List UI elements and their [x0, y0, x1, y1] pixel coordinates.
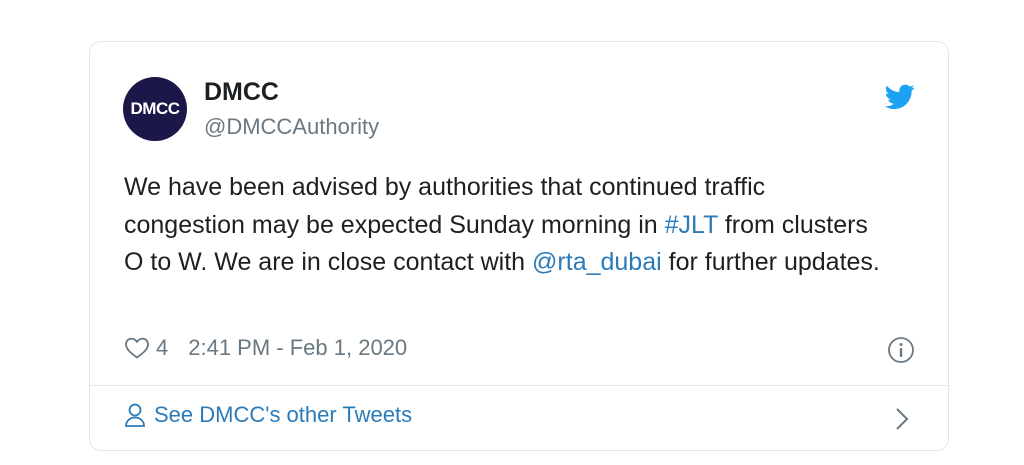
tweet-card: DMCC DMCC @DMCCAuthority We have been ad…: [89, 41, 949, 451]
tweet-meta: 4 2:41 PM - Feb 1, 2020: [124, 335, 407, 361]
display-name[interactable]: DMCC: [204, 78, 279, 107]
avatar[interactable]: DMCC: [123, 77, 187, 141]
like-count[interactable]: 4: [156, 335, 168, 361]
see-other-tweets-label: See DMCC's other Tweets: [154, 402, 413, 427]
heart-icon[interactable]: [124, 336, 150, 360]
chevron-right-icon[interactable]: [894, 406, 910, 432]
tweet-timestamp[interactable]: 2:41 PM - Feb 1, 2020: [188, 335, 407, 361]
tweet-text-part: for further updates.: [661, 248, 880, 276]
hashtag-link[interactable]: #JLT: [665, 211, 718, 239]
user-handle[interactable]: @DMCCAuthority: [204, 114, 379, 140]
info-icon[interactable]: [887, 336, 915, 364]
see-other-tweets-link[interactable]: See DMCC's other Tweets: [124, 402, 412, 428]
tweet-text: We have been advised by authorities that…: [124, 169, 884, 282]
person-icon: [125, 403, 145, 427]
mention-link[interactable]: @rta_dubai: [532, 248, 662, 276]
avatar-logo-text: DMCC: [130, 99, 181, 118]
twitter-bird-icon[interactable]: [885, 84, 915, 110]
divider: [90, 385, 948, 386]
